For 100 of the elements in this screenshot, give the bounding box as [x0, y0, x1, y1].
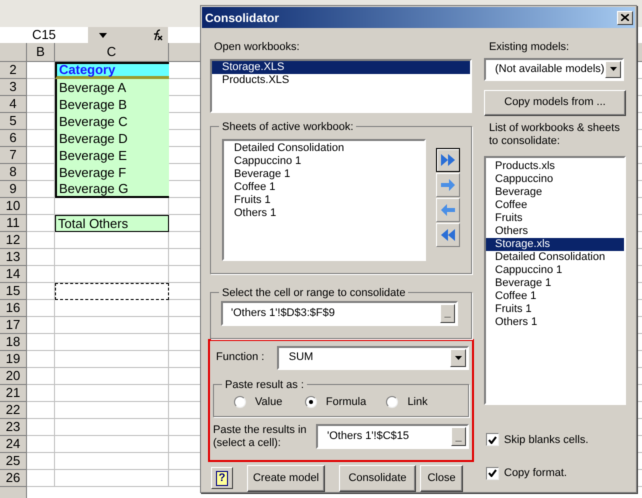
help-button[interactable]: ? — [211, 467, 233, 489]
remove-all-button[interactable] — [436, 222, 460, 246]
row-header[interactable]: 23 — [0, 419, 27, 436]
list-item[interactable]: Others 1 — [232, 206, 424, 220]
column-header[interactable]: C — [55, 43, 169, 62]
dialog-button[interactable]: Consolidate — [339, 464, 416, 492]
list-item[interactable]: Detailed Consolidation — [486, 250, 624, 264]
list-item[interactable]: Coffee — [486, 198, 624, 212]
dropdown-arrow-icon[interactable] — [99, 32, 107, 38]
radio-label[interactable]: Value — [255, 394, 282, 410]
list-item[interactable]: Others — [486, 224, 624, 238]
list-item[interactable]: Fruits 1 — [232, 194, 424, 206]
column-header[interactable]: B — [27, 43, 55, 62]
row-header[interactable]: 9 — [0, 181, 27, 198]
radio-button[interactable] — [386, 396, 398, 408]
list-item[interactable]: Storage.xls — [486, 238, 624, 250]
list-item[interactable]: Coffee 1 — [486, 290, 624, 302]
list-item[interactable]: Products.XLS — [212, 74, 470, 86]
row-header[interactable]: 4 — [0, 96, 27, 113]
list-item[interactable]: Fruits 1 — [486, 302, 624, 316]
row-header[interactable]: 2 — [0, 62, 27, 79]
row-header[interactable]: 11 — [0, 215, 27, 232]
list-item[interactable]: Beverage 1 — [486, 276, 624, 290]
sheet-list[interactable]: Detailed Consolidation Cappuccino 1 Beverage 1 Coffee 1 Fruits 1 Others 1 — [222, 138, 426, 260]
list-item[interactable]: Others 1 — [486, 316, 624, 328]
add-all-button[interactable] — [436, 148, 460, 172]
checkbox-label[interactable]: Copy format. — [504, 465, 567, 482]
table-cell: Beverage B — [55, 96, 169, 113]
double-left-arrow-icon — [440, 228, 456, 242]
checkbox-label[interactable]: Skip blanks cells. — [504, 432, 588, 448]
row-header[interactable]: 15 — [0, 283, 27, 300]
function-dropdown[interactable]: SUM — [276, 346, 469, 370]
row-header[interactable] — [0, 487, 27, 498]
list-item[interactable]: Detailed Consolidation — [232, 142, 424, 154]
row-header[interactable]: 22 — [0, 402, 27, 419]
radio-label[interactable]: Link — [407, 394, 428, 410]
list-item[interactable]: Storage.XLS — [212, 60, 470, 74]
list-item[interactable]: Fruits — [486, 212, 624, 224]
window-title: Consolidator — [204, 10, 279, 26]
function-icon[interactable] — [152, 29, 164, 41]
row-header[interactable]: 20 — [0, 368, 27, 385]
caret-icon — [454, 356, 462, 360]
paste-target-field[interactable]: 'Others 1'!$C$15 _ — [316, 424, 469, 449]
row-header[interactable]: 3 — [0, 79, 27, 96]
dropdown-button[interactable] — [605, 60, 621, 78]
close-button[interactable] — [617, 10, 633, 24]
row-header[interactable]: 16 — [0, 300, 27, 317]
close-icon — [621, 14, 629, 21]
dialog-button[interactable]: Create model — [247, 464, 325, 492]
row-header[interactable]: 18 — [0, 334, 27, 351]
collapse-button[interactable]: _ — [451, 427, 466, 446]
field-label: Paste the results in (select a cell): — [213, 424, 308, 450]
right-arrow-icon — [440, 178, 456, 190]
row-header[interactable]: 26 — [0, 470, 27, 487]
collapse-button[interactable]: _ — [440, 304, 455, 322]
caret-icon — [610, 67, 616, 71]
radio-button[interactable] — [304, 396, 317, 408]
checkbox[interactable] — [486, 466, 499, 480]
row-header[interactable]: 5 — [0, 113, 27, 130]
row-header[interactable]: 10 — [0, 198, 27, 215]
list-item[interactable]: Cappuccino 1 — [486, 264, 624, 276]
row-header[interactable]: 8 — [0, 164, 27, 181]
consolidate-list[interactable]: Products.xls Cappuccino Beverage Coffee Fruits Others Storage.xls Detailed Consolidation Cappuccino 1 Beverage 1 Coffee 1 Fruits 1 Others 1 — [484, 156, 626, 404]
field-label: Existing models: — [489, 40, 570, 55]
workbook-list[interactable]: Storage.XLS Products.XLS — [210, 58, 472, 112]
copy-models-button[interactable]: Copy models from ... — [484, 90, 626, 116]
list-item[interactable]: Beverage — [486, 186, 624, 198]
list-item[interactable]: Products.xls — [486, 160, 624, 172]
table-cell: Beverage A — [55, 79, 169, 96]
list-item[interactable]: Beverage 1 — [232, 168, 424, 180]
left-arrow-icon — [440, 204, 456, 216]
row-header[interactable]: 25 — [0, 453, 27, 470]
list-item[interactable]: Cappuccino — [486, 172, 624, 186]
checkbox[interactable] — [486, 433, 499, 446]
row-header[interactable]: 17 — [0, 317, 27, 334]
dropdown-value: SUM — [288, 350, 314, 366]
radio-label[interactable]: Formula — [326, 394, 366, 410]
radio-button[interactable] — [234, 396, 246, 408]
dialog-button[interactable]: Close — [420, 464, 463, 492]
row-header[interactable]: 21 — [0, 385, 27, 402]
dropdown-button[interactable] — [450, 348, 466, 366]
list-item[interactable]: Coffee 1 — [232, 180, 424, 194]
row-header[interactable]: 6 — [0, 130, 27, 147]
table-cell: Beverage F — [55, 164, 169, 181]
select-all-corner[interactable] — [0, 43, 27, 62]
row-header[interactable]: 14 — [0, 266, 27, 283]
models-dropdown[interactable]: (Not available models) — [484, 58, 624, 80]
row-header[interactable]: 7 — [0, 147, 27, 164]
double-right-arrow-icon — [440, 152, 456, 166]
row-header[interactable]: 13 — [0, 249, 27, 266]
row-header[interactable]: 12 — [0, 232, 27, 249]
row-header[interactable]: 24 — [0, 436, 27, 453]
table-cell: Beverage D — [55, 130, 169, 147]
list-item[interactable]: Cappuccino 1 — [232, 154, 424, 168]
table-cell: Beverage C — [55, 113, 169, 130]
range-field[interactable]: 'Others 1'!$D$3:$F$9 _ — [221, 300, 458, 326]
remove-button[interactable] — [436, 198, 460, 222]
name-box[interactable]: C15 — [0, 27, 88, 43]
add-button[interactable] — [436, 172, 460, 196]
row-header[interactable]: 19 — [0, 351, 27, 368]
